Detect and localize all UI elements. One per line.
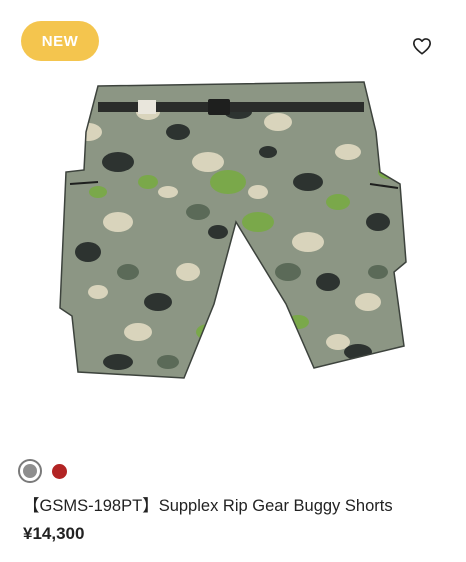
favorite-button[interactable]	[410, 35, 434, 57]
product-card[interactable]: NEW 【GSMS-198PT】Supplex Rip Gear Buggy S…	[0, 0, 466, 562]
swatch-gray-dot	[23, 464, 37, 478]
product-price: ¥14,300	[23, 524, 85, 543]
swatch-gray[interactable]	[18, 459, 42, 483]
product-image[interactable]	[58, 72, 410, 390]
new-badge-label: NEW	[41, 32, 79, 50]
color-swatches	[18, 458, 67, 484]
new-badge: NEW	[21, 21, 99, 61]
heart-outline-icon	[413, 38, 431, 55]
swatch-red[interactable]	[52, 463, 67, 479]
product-title[interactable]: 【GSMS-198PT】Supplex Rip Gear Buggy Short…	[23, 492, 393, 516]
